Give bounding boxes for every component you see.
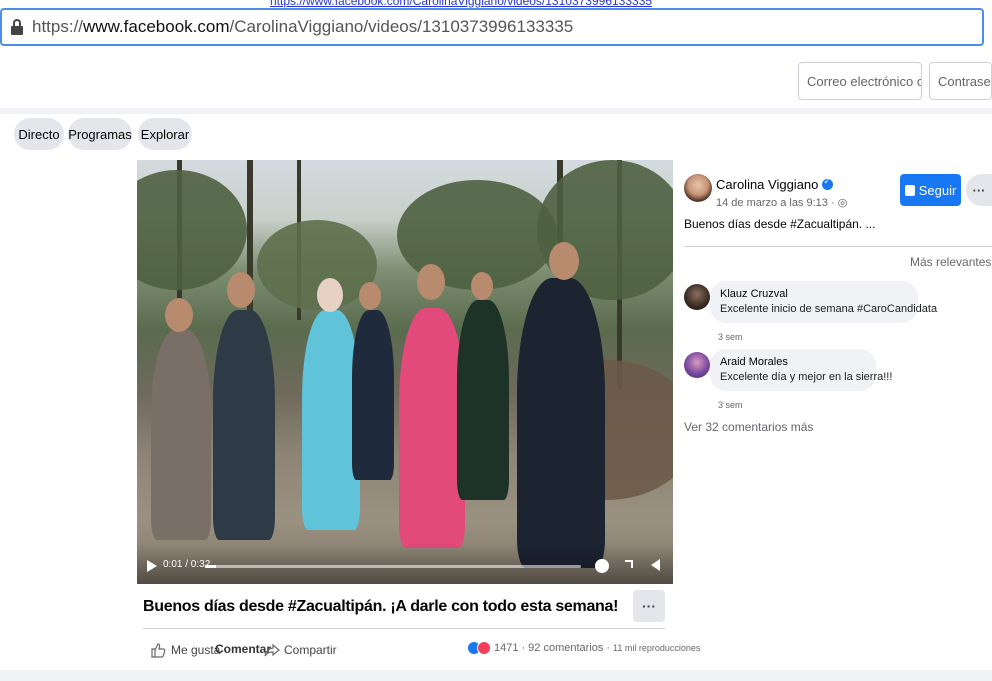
tab-directo[interactable]: Directo — [14, 118, 64, 150]
comment-bubble: Klauz Cruzval Excelente inicio de semana… — [710, 281, 938, 323]
view-more-comments[interactable]: Ver 32 comentarios más — [684, 420, 813, 434]
follow-button[interactable]: Seguir — [900, 174, 961, 206]
tab-explorar[interactable]: Explorar — [138, 118, 192, 150]
email-placeholder: Correo electrónico o te — [807, 73, 921, 89]
video-time: 0:01 / 0:32 — [163, 559, 211, 570]
lock-icon — [10, 19, 24, 35]
post-title: Buenos días desde #Zacualtipán. ¡A darle… — [143, 598, 619, 615]
top-cut-strip: https://www.facebook.com/CarolinaViggian… — [0, 0, 992, 8]
like-button[interactable]: Me gusta — [150, 642, 220, 658]
header-divider — [0, 108, 992, 114]
sidebar-more-button[interactable]: ··· — [966, 174, 992, 206]
post-divider — [143, 628, 665, 629]
fullscreen-icon[interactable] — [625, 560, 633, 568]
post-date[interactable]: 14 de marzo a las 9:13 · ◎ — [716, 196, 847, 209]
email-field[interactable]: Correo electrónico o te — [798, 62, 922, 100]
video-controls: 0:01 / 0:32 — [137, 544, 673, 584]
author-name[interactable]: Carolina Viggiano — [716, 176, 834, 192]
video-progress-fill — [205, 565, 217, 568]
tab-programas[interactable]: Programas — [68, 118, 132, 150]
post-stats: 1471 · 92 comentarios · 11 mil reproducc… — [467, 641, 700, 655]
password-field[interactable]: Contraseña — [929, 62, 992, 100]
post-description: Buenos días desde #Zacualtipán. ... — [684, 217, 876, 231]
comment-bubble: Araid Morales Excelente día y mejor en l… — [710, 349, 893, 391]
gear-icon[interactable] — [595, 559, 609, 573]
comment-text: Excelente día y mejor en la sierra!!! — [720, 371, 893, 383]
verified-icon — [822, 176, 834, 190]
sidebar-divider — [684, 246, 992, 247]
bottom-divider — [0, 670, 992, 681]
avatar[interactable] — [684, 284, 710, 310]
follow-label: Seguir — [918, 182, 957, 198]
share-label: Compartir — [284, 643, 337, 657]
thumbs-up-icon — [151, 643, 166, 658]
comment-time[interactable]: 3 sem — [718, 332, 743, 342]
video-player[interactable]: 0:01 / 0:32 — [137, 160, 673, 584]
avatar[interactable] — [684, 352, 710, 378]
commenter-name[interactable]: Araid Morales — [720, 355, 866, 370]
avatar[interactable] — [684, 174, 712, 202]
commenter-name[interactable]: Klauz Cruzval — [720, 287, 908, 302]
like-label: Me gusta — [171, 643, 221, 657]
password-placeholder: Contraseña — [938, 73, 991, 89]
top-cut-link[interactable]: https://www.facebook.com/CarolinaViggian… — [270, 0, 652, 8]
comment-text: Excelente inicio de semana #CaroCandidat… — [720, 303, 938, 315]
comment-button[interactable]: Comentar — [215, 642, 271, 656]
reaction-count[interactable]: 1471 — [494, 642, 518, 654]
comment-time[interactable]: 3 sem — [718, 400, 743, 410]
share-button[interactable]: Compartir — [264, 642, 337, 658]
view-count: 11 mil reproducciones — [613, 643, 701, 653]
volume-icon[interactable] — [651, 559, 660, 571]
share-icon — [264, 643, 280, 657]
love-reaction-icon — [477, 641, 491, 655]
comment-count[interactable]: 92 comentarios — [528, 642, 603, 654]
comment-label: Comentar — [215, 642, 272, 656]
address-bar[interactable]: https://www.facebook.com/CarolinaViggian… — [0, 8, 984, 46]
play-icon[interactable] — [147, 560, 157, 572]
post-more-button[interactable]: ··· — [633, 590, 665, 622]
follow-icon — [904, 184, 915, 196]
globe-icon: ◎ — [837, 197, 848, 209]
video-progress-bar[interactable] — [205, 565, 581, 568]
sort-comments-dropdown[interactable]: Más relevantes ▾ — [910, 255, 992, 269]
url-text: https://www.facebook.com/CarolinaViggian… — [32, 17, 574, 36]
